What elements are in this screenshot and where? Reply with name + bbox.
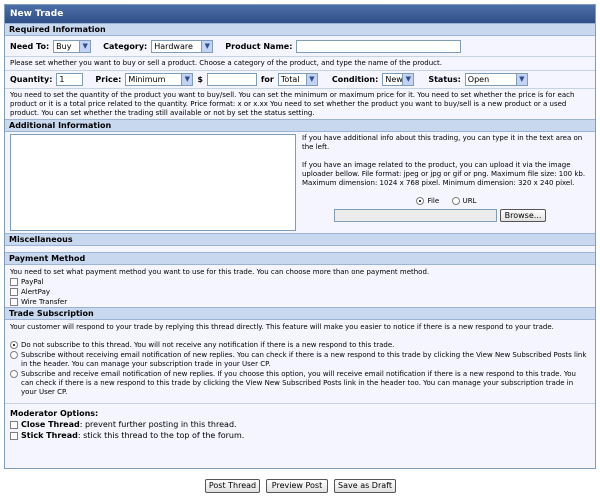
subscribe-no-email-label: Subscribe without receiving email notifi…	[21, 351, 587, 368]
paypal-checkbox[interactable]	[10, 278, 18, 286]
product-name-label: Product Name:	[225, 41, 293, 51]
payment-option: PayPal	[10, 277, 590, 287]
need-to-value: Buy	[56, 41, 72, 51]
close-thread-label: Close Thread	[21, 420, 80, 429]
url-option-label: URL	[462, 197, 477, 205]
payment-option: Wire Transfer	[10, 297, 590, 307]
stick-thread-checkbox[interactable]	[10, 431, 18, 440]
status-value: Open	[467, 75, 490, 84]
condition-value: New	[385, 75, 403, 84]
image-upload-text: If you have an image related to the prod…	[302, 161, 586, 187]
additional-info-body: If you have additional info about this t…	[5, 132, 595, 233]
chevron-down-icon: ▼	[402, 74, 414, 85]
category-value: Hardware	[154, 41, 193, 51]
required-row-1: Need To: Buy ▼ Category: Hardware ▼ Produc…	[5, 36, 595, 56]
chevron-down-icon: ▼	[79, 40, 91, 52]
miscellaneous-heading: Miscellaneous	[5, 233, 595, 246]
stick-thread-label: Stick Thread	[21, 431, 78, 440]
subscription-help: Your customer will respond to your trade…	[10, 323, 554, 331]
paypal-label: PayPal	[21, 278, 44, 286]
payment-method-heading: Payment Method	[5, 252, 595, 265]
moderator-options: Moderator Options: Close Thread: prevent…	[5, 403, 595, 441]
subscription-option: Subscribe without receiving email notifi…	[10, 351, 590, 370]
additional-info-textarea[interactable]	[10, 134, 296, 231]
wire-transfer-label: Wire Transfer	[21, 298, 68, 306]
url-radio[interactable]	[451, 197, 460, 205]
price-basis-select[interactable]: Total ▼	[277, 73, 318, 86]
quantity-label: Quantity:	[10, 75, 53, 84]
need-to-select[interactable]: Buy ▼	[53, 39, 92, 53]
wire-transfer-checkbox[interactable]	[10, 298, 18, 306]
required-info-heading: Required Information	[5, 23, 595, 36]
status-label: Status:	[428, 75, 461, 84]
product-name-input[interactable]	[296, 39, 462, 53]
file-option-label: File	[427, 197, 440, 205]
trade-subscription-heading: Trade Subscription	[5, 307, 595, 320]
price-basis-value: Total	[280, 75, 300, 84]
form-title: New Trade	[5, 5, 595, 23]
additional-info-text: If you have additional info about this t…	[302, 134, 583, 151]
required-help-1: Please set whether you want to buy or se…	[5, 56, 595, 70]
required-help-2: You need to set the quantity of the prod…	[5, 88, 595, 119]
chevron-down-icon: ▼	[181, 74, 193, 85]
condition-label: Condition:	[331, 75, 379, 84]
subscription-option: Subscribe and receive email notification…	[10, 370, 590, 397]
alertpay-checkbox[interactable]	[10, 288, 18, 296]
new-trade-form: New Trade Required Information Need To: …	[4, 4, 596, 469]
subscribe-no-email-radio[interactable]	[10, 351, 18, 359]
category-label: Category:	[103, 41, 148, 51]
currency-symbol: $	[197, 75, 203, 84]
chevron-down-icon: ▼	[305, 74, 317, 85]
payment-help: You need to set what payment method you …	[10, 268, 430, 276]
alertpay-label: AlertPay	[21, 288, 51, 296]
additional-info-side: If you have additional info about this t…	[296, 134, 591, 231]
required-row-2: Quantity: 1 Price: Minimum ▼ $ for Total ▼…	[5, 70, 595, 88]
file-radio[interactable]	[416, 197, 425, 205]
need-to-label: Need To:	[10, 41, 50, 51]
price-type-value: Minimum	[128, 75, 166, 84]
no-subscribe-label: Do not subscribe to this thread. You wil…	[21, 341, 395, 349]
chevron-down-icon: ▼	[201, 40, 213, 52]
payment-method-body: You need to set what payment method you …	[5, 265, 595, 307]
quantity-input[interactable]: 1	[56, 73, 84, 86]
post-thread-button[interactable]: Post Thread	[205, 479, 260, 493]
no-subscribe-radio[interactable]	[10, 341, 18, 349]
payment-option: AlertPay	[10, 287, 590, 297]
save-draft-button[interactable]: Save as Draft	[334, 479, 396, 493]
chevron-down-icon: ▼	[515, 74, 527, 85]
stick-thread-desc: : stick this thread to the top of the fo…	[77, 431, 245, 440]
trade-subscription-body: Your customer will respond to your trade…	[5, 320, 595, 403]
close-thread-option: Close Thread: prevent further posting in…	[10, 419, 590, 430]
additional-info-heading: Additional Information	[5, 119, 595, 132]
price-input[interactable]	[206, 73, 257, 86]
upload-mode-options: File URL	[302, 197, 591, 208]
close-thread-desc: : prevent further posting in this thread…	[79, 420, 237, 429]
file-path-input[interactable]	[334, 209, 497, 222]
stick-thread-option: Stick Thread: stick this thread to the t…	[10, 430, 590, 441]
status-select[interactable]: Open ▼	[464, 73, 528, 86]
preview-post-button[interactable]: Preview Post	[266, 479, 328, 493]
condition-select[interactable]: New ▼	[382, 73, 415, 86]
for-label: for	[260, 75, 274, 84]
browse-button[interactable]: Browse...	[500, 209, 546, 222]
moderator-options-heading: Moderator Options:	[10, 409, 99, 418]
price-label: Price:	[95, 75, 122, 84]
category-select[interactable]: Hardware ▼	[151, 39, 214, 53]
subscribe-email-radio[interactable]	[10, 370, 18, 378]
close-thread-checkbox[interactable]	[10, 420, 18, 429]
subscription-option: Do not subscribe to this thread. You wil…	[10, 341, 590, 351]
file-upload-row: Browse...	[302, 209, 591, 222]
subscribe-email-label: Subscribe and receive email notification…	[21, 370, 576, 396]
price-type-select[interactable]: Minimum ▼	[125, 73, 194, 86]
